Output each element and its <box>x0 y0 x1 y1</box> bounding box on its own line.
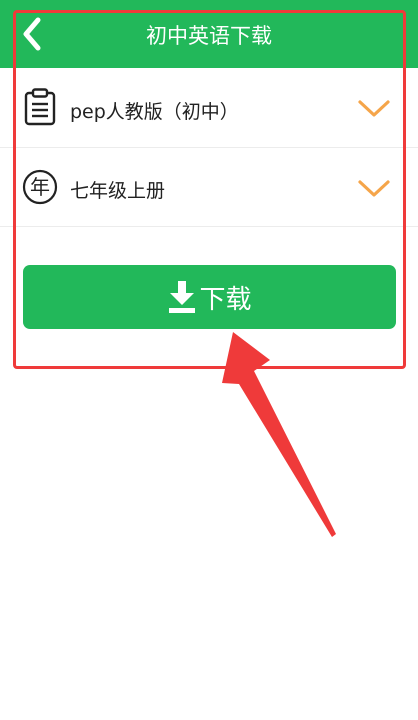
grade-selector[interactable]: 年 七年级上册 <box>0 148 418 226</box>
download-icon <box>169 281 196 313</box>
edition-selector[interactable]: pep人教版（初中） <box>0 69 418 147</box>
chevron-left-icon <box>23 17 41 51</box>
grade-value: 七年级上册 <box>70 180 166 202</box>
chevron-down-icon <box>358 180 390 197</box>
year-icon-glyph: 年 <box>30 175 50 199</box>
page-title: 初中英语下载 <box>146 24 272 48</box>
header-bar: 初中英语下载 <box>0 0 418 68</box>
clipboard-icon <box>22 88 58 126</box>
row-divider <box>0 226 418 227</box>
download-label: 下载 <box>199 284 252 315</box>
download-button[interactable]: 下载 <box>23 265 396 329</box>
edition-value: pep人教版（初中） <box>70 101 239 123</box>
chevron-down-icon <box>358 100 390 117</box>
year-icon: 年 <box>22 169 58 205</box>
back-button[interactable] <box>10 12 54 56</box>
